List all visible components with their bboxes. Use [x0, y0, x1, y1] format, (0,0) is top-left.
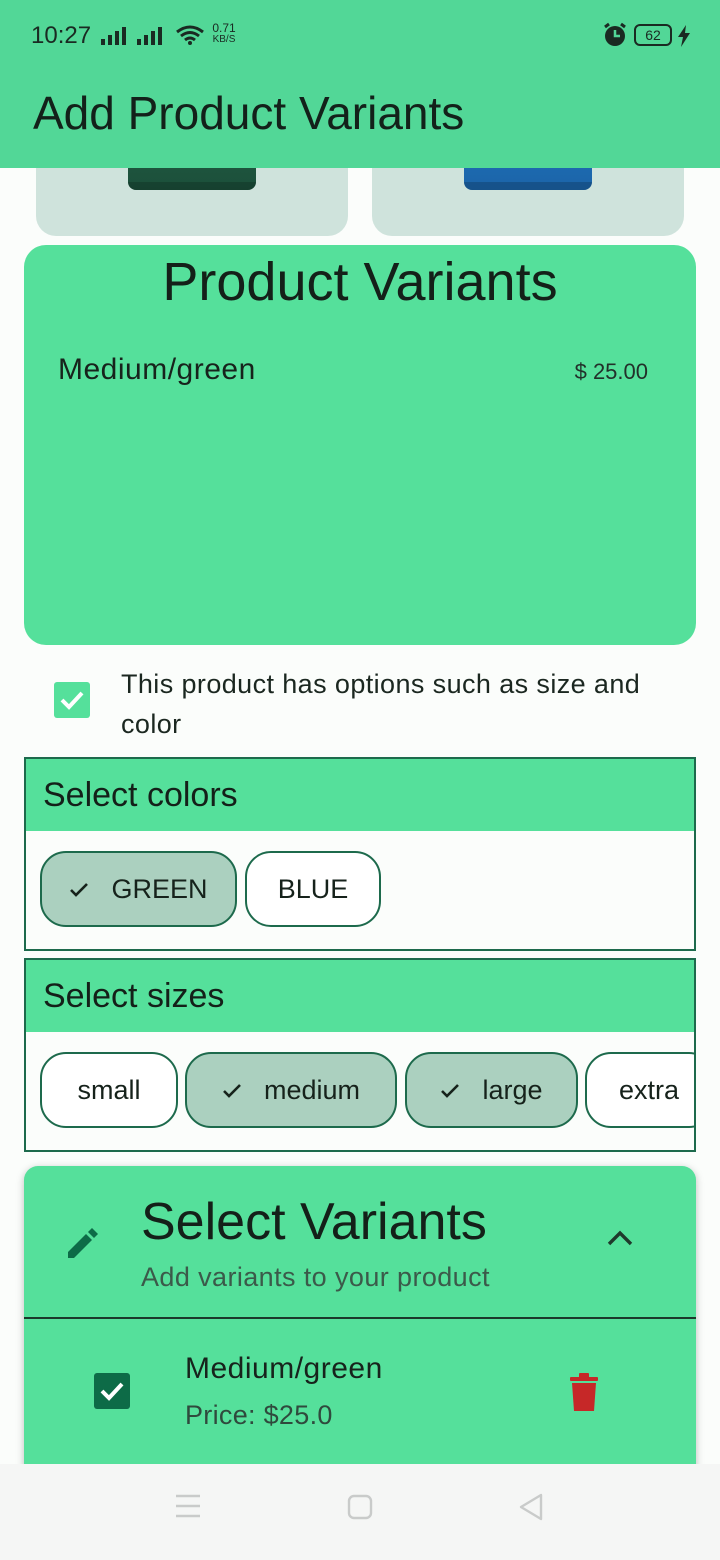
select-sizes-panel: Select sizes small medium large extra — [24, 958, 696, 1152]
chip-label: medium — [263, 1074, 361, 1105]
has-options-row[interactable]: This product has options such as size an… — [0, 664, 720, 744]
battery-icon: 62 — [634, 24, 672, 46]
chip-label: large — [482, 1074, 543, 1105]
product-image-blue[interactable] — [372, 168, 684, 236]
variant-name: Medium/green — [58, 353, 256, 386]
select-variants-subtitle: Add variants to your product — [141, 1262, 490, 1292]
signal-icon — [101, 26, 131, 51]
variant-price: $ 25.00 — [574, 359, 648, 384]
app-bar: Add Product Variants — [0, 72, 720, 168]
chip-label: GREEN — [111, 873, 208, 904]
back-icon[interactable] — [517, 1492, 545, 1527]
check-icon — [440, 1075, 460, 1106]
select-variants-panel: Select Variants Add variants to your pro… — [24, 1166, 696, 1464]
wifi-icon — [175, 24, 205, 51]
chip-size-large[interactable]: large — [405, 1052, 578, 1128]
chip-size-medium[interactable]: medium — [185, 1052, 397, 1128]
menu-icon[interactable] — [175, 1494, 201, 1523]
network-speed: 0.71 KB/S — [210, 21, 238, 45]
page-title: Add Product Variants — [33, 87, 465, 139]
color-chip-list: GREEN BLUE — [26, 831, 694, 949]
variant-item-name: Medium/green — [185, 1352, 383, 1385]
alarm-icon — [602, 22, 628, 53]
charging-icon — [677, 25, 691, 52]
product-variants-card: Product Variants Medium/green $ 25.00 — [24, 245, 696, 645]
content-scroll[interactable]: Product Variants Medium/green $ 25.00 Th… — [0, 168, 720, 1464]
shirt-image — [128, 168, 256, 190]
check-icon — [222, 1075, 242, 1106]
has-options-checkbox[interactable] — [54, 682, 90, 718]
chip-size-extra[interactable]: extra — [585, 1052, 694, 1128]
delete-icon[interactable] — [570, 1373, 598, 1416]
has-options-label: This product has options such as size an… — [121, 669, 641, 739]
chevron-up-icon[interactable] — [606, 1228, 634, 1253]
select-colors-panel: Select colors GREEN BLUE — [24, 757, 696, 951]
chip-label: extra — [619, 1074, 680, 1105]
chip-size-small[interactable]: small — [40, 1052, 178, 1128]
product-image-green[interactable] — [36, 168, 348, 236]
signal-icon — [137, 26, 167, 51]
select-colors-header: Select colors — [26, 759, 694, 831]
variant-checkbox[interactable] — [94, 1373, 130, 1409]
variant-item-price: Price: $25.0 — [185, 1400, 333, 1430]
product-variants-title: Product Variants — [162, 252, 558, 312]
network-speed-value: 0.71 — [212, 21, 236, 35]
check-icon — [60, 691, 84, 710]
divider — [24, 1317, 696, 1319]
check-icon — [100, 1382, 124, 1401]
check-icon — [69, 874, 89, 905]
system-nav-bar — [0, 1464, 720, 1560]
select-variants-title: Select Variants — [141, 1193, 487, 1251]
chip-label: small — [77, 1074, 141, 1105]
size-chip-list[interactable]: small medium large extra — [26, 1032, 694, 1150]
edit-icon — [64, 1224, 102, 1267]
select-sizes-header: Select sizes — [26, 960, 694, 1032]
chip-color-green[interactable]: GREEN — [40, 851, 237, 927]
home-icon[interactable] — [347, 1494, 373, 1525]
status-bar: 10:27 0.71 KB/S 62 — [0, 0, 720, 72]
network-speed-unit: KB/S — [212, 34, 236, 45]
status-time: 10:27 — [31, 22, 92, 49]
chip-color-blue[interactable]: BLUE — [245, 851, 381, 927]
chip-label: BLUE — [277, 873, 349, 904]
shirt-image — [464, 168, 592, 190]
